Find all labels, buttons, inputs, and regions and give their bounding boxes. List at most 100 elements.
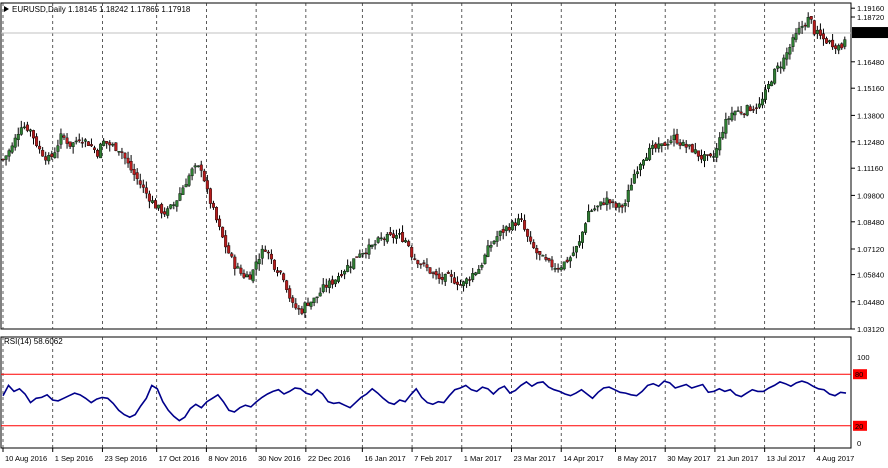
candle-bull [367, 244, 371, 255]
candle-bull [10, 145, 14, 153]
candle-bear [279, 270, 283, 273]
candle-bear [428, 267, 432, 274]
candle-bull [4, 155, 8, 160]
candle-bear [526, 229, 530, 237]
candle-bull [715, 148, 719, 158]
candle-bull [745, 105, 749, 116]
candle-bull [495, 236, 499, 242]
candle-bull [443, 274, 447, 282]
candle-bull [724, 119, 728, 134]
candle-bull [480, 265, 484, 268]
candle-bull [757, 103, 761, 108]
candle-bear [663, 142, 667, 146]
candle-bull [632, 173, 636, 184]
x-tick-label: 7 Feb 2017 [414, 454, 452, 463]
candle-bear [706, 154, 710, 156]
candle-bear [340, 274, 344, 277]
candle-bear [160, 204, 164, 214]
candle-bear [831, 39, 835, 48]
candle-bear [269, 253, 273, 260]
candle-bear [416, 260, 420, 265]
candle-bull [629, 184, 633, 191]
candle-bear [355, 256, 359, 258]
candle-bear [556, 268, 560, 270]
candle-bull [605, 197, 609, 205]
candle-bull [590, 210, 594, 212]
candle-bear [44, 156, 48, 161]
candle-bull [358, 253, 362, 258]
candle-bull [657, 143, 661, 149]
candle-bull [568, 257, 572, 262]
candle-bull [596, 205, 600, 208]
candle-bear [742, 113, 746, 116]
candle-bull [303, 302, 307, 313]
x-tick-label: 23 Mar 2017 [514, 454, 556, 463]
candle-bear [437, 273, 441, 279]
candle-bear [285, 280, 289, 290]
candle-bear [62, 135, 66, 138]
candle-bear [407, 241, 411, 247]
candle-bull [712, 156, 716, 158]
candle-bear [324, 284, 328, 288]
candle-bull [309, 301, 313, 307]
candle-bull [22, 126, 26, 129]
candle-bear [108, 142, 112, 146]
x-tick-label: 16 Jan 2017 [364, 454, 405, 463]
candle-bull [718, 137, 722, 151]
candle-bear [532, 242, 536, 249]
candle-bear [330, 279, 334, 285]
candle-bull [157, 204, 161, 209]
candle-bear [431, 272, 435, 274]
candle-bear [547, 258, 551, 261]
candle-bull [19, 127, 23, 135]
candle-bear [611, 201, 615, 203]
candle-bear [141, 184, 145, 188]
candle-bear [294, 303, 298, 309]
candle-bear [199, 164, 203, 171]
y-tick-label: 1.15160 [857, 84, 884, 93]
candle-bear [123, 152, 127, 159]
candle-bull [74, 140, 78, 143]
candle-bull [172, 204, 176, 206]
candle-bull [83, 139, 87, 142]
candle-bull [843, 39, 847, 47]
candle-bear [675, 133, 679, 144]
candle-bull [343, 270, 347, 275]
candle-bull [492, 240, 496, 244]
candle-bull [773, 68, 777, 84]
rsi-level-label: 20 [855, 422, 863, 431]
candle-bull [394, 235, 398, 239]
candle-bear [77, 139, 81, 142]
y-tick-label: 1.08480 [857, 218, 884, 227]
candle-bull [669, 140, 673, 143]
candle-bear [129, 161, 133, 171]
candle-bull [53, 152, 57, 158]
candle-bear [550, 259, 554, 268]
candle-bear [614, 203, 618, 208]
candle-bull [169, 204, 173, 209]
y-tick-label: 1.11160 [857, 164, 883, 173]
candle-bull [398, 233, 402, 235]
candle-bear [803, 24, 807, 27]
candle-bull [196, 165, 200, 167]
x-tick-label: 21 Jun 2017 [717, 454, 758, 463]
x-tick-label: 14 Apr 2017 [563, 454, 603, 463]
y-tick-label: 1.05840 [857, 271, 884, 280]
candle-bull [584, 223, 588, 233]
candle-bull [465, 278, 469, 284]
candle-bull [797, 27, 801, 34]
x-tick-label: 8 May 2017 [617, 454, 656, 463]
candle-bull [764, 89, 768, 100]
candle-bull [666, 144, 670, 146]
candle-bear [50, 153, 54, 157]
candle-bear [812, 20, 816, 35]
candle-bull [254, 261, 258, 270]
candle-bear [68, 141, 72, 147]
candle-bull [333, 279, 337, 285]
candle-bull [687, 144, 691, 147]
candle-bull [337, 276, 341, 282]
candle-bull [648, 147, 652, 160]
candle-bear [468, 279, 472, 281]
candle-bear [739, 111, 743, 114]
chart-root: 10 Aug 2016 1 Sep 2016 23 Sep 2016 17 Oct 2… [0, 0, 888, 468]
